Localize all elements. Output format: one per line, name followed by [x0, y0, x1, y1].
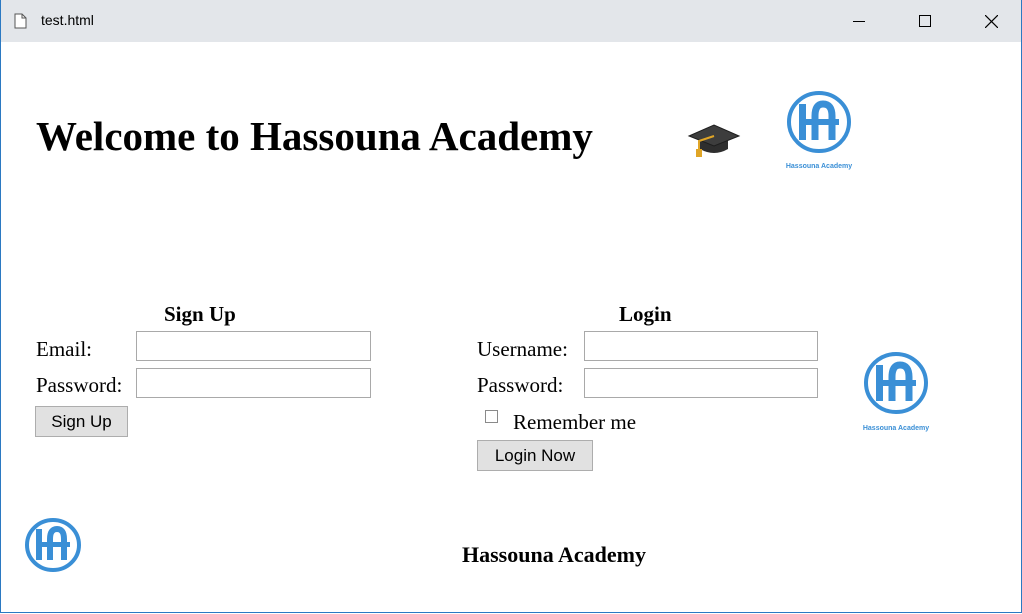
academy-logo-side: Hassouna Academy — [850, 350, 946, 434]
login-button[interactable]: Login Now — [477, 440, 593, 471]
minimize-button[interactable] — [836, 0, 882, 42]
login-password-input[interactable] — [584, 368, 818, 398]
window-title: test.html — [41, 12, 94, 28]
remember-me-label: Remember me — [513, 410, 637, 434]
signup-email-input[interactable] — [136, 331, 371, 361]
remember-me-checkbox[interactable] — [485, 410, 498, 423]
document-icon — [14, 13, 27, 29]
logo-brand-text: Hassouna Academy — [786, 163, 852, 170]
browser-window: test.html Welcome to Hassouna Academy Ha… — [0, 0, 1022, 613]
login-password-label: Password: — [477, 373, 564, 397]
footer-text: Hassouna Academy — [462, 542, 646, 567]
login-username-input[interactable] — [584, 331, 818, 361]
graduation-cap-icon — [686, 122, 742, 158]
signup-title: Sign Up — [164, 302, 236, 326]
academy-logo-top: Hassouna Academy — [771, 90, 867, 172]
page-title: Welcome to Hassouna Academy — [36, 113, 593, 159]
maximize-button[interactable] — [902, 0, 948, 42]
signup-button[interactable]: Sign Up — [35, 406, 128, 437]
login-title: Login — [619, 302, 672, 326]
maximize-icon — [919, 15, 931, 27]
signup-password-label: Password: — [36, 373, 123, 397]
close-button[interactable] — [968, 0, 1014, 42]
login-username-label: Username: — [477, 337, 568, 361]
logo-brand-text: Hassouna Academy — [863, 425, 929, 432]
close-icon — [984, 14, 998, 28]
minimize-icon — [853, 21, 865, 22]
signup-password-input[interactable] — [136, 368, 371, 398]
academy-logo-footer — [23, 518, 85, 574]
signup-email-label: Email: — [36, 337, 92, 361]
title-bar: test.html — [1, 0, 1021, 42]
